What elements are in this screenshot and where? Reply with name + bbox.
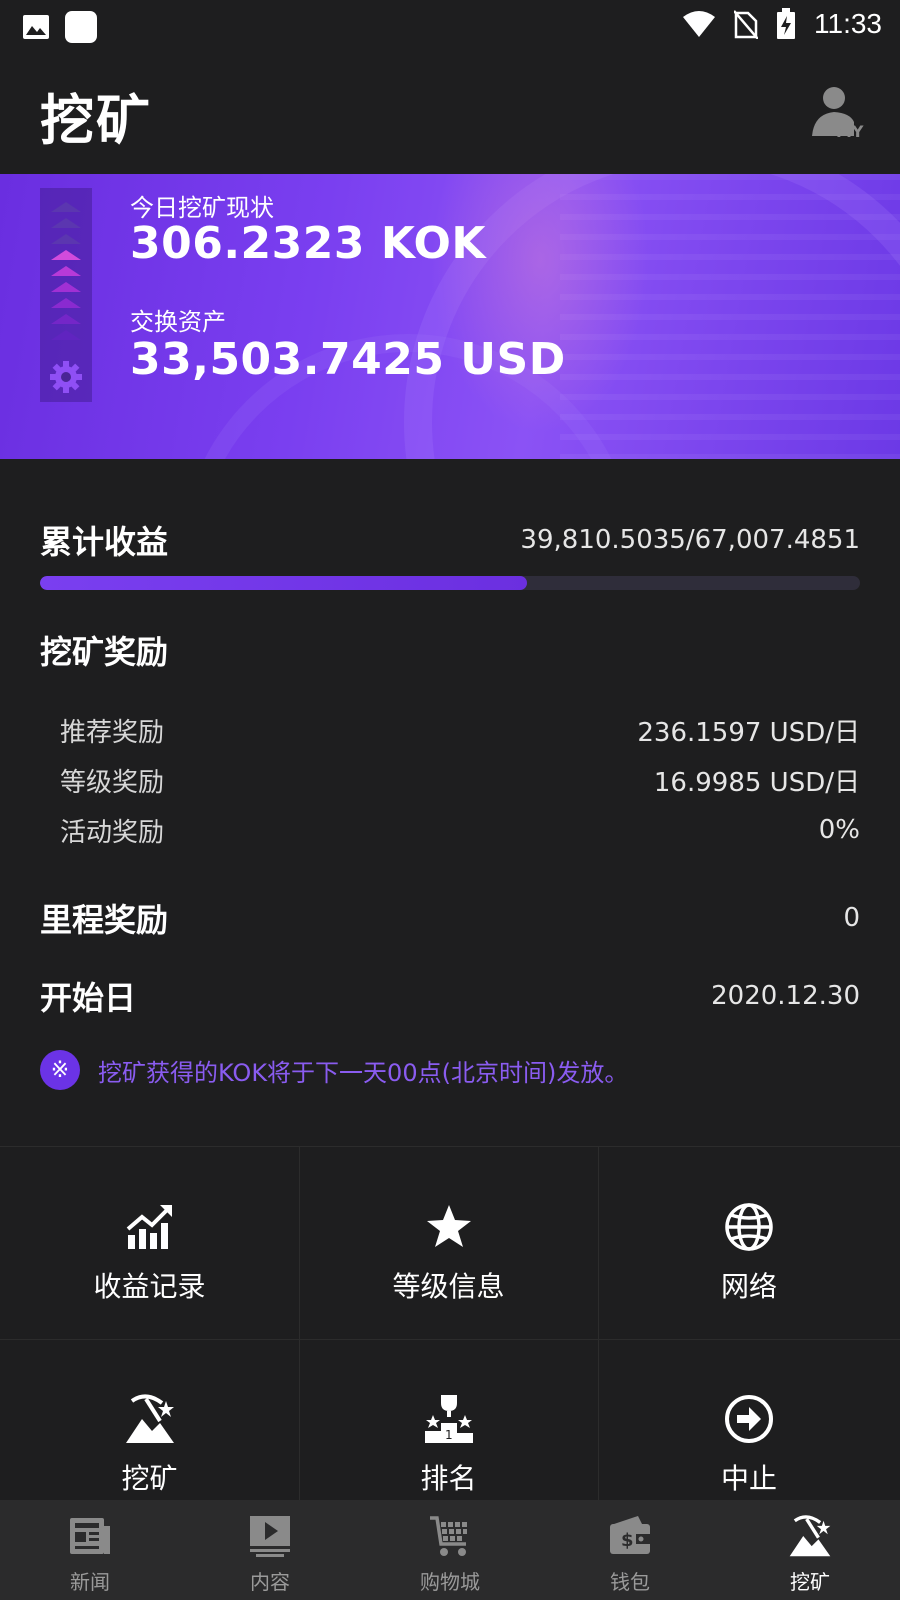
tab-wallet[interactable]: $ 钱包 xyxy=(540,1500,720,1600)
globe-icon xyxy=(725,1203,773,1251)
start-date-label: 开始日 xyxy=(40,979,137,1017)
level-chevron-icon xyxy=(51,298,81,308)
tab-label: 新闻 xyxy=(70,1570,110,1594)
menu-label: 网络 xyxy=(720,1270,777,1303)
reward-row: 推荐奖励 236.1597 USD/日 xyxy=(40,710,860,750)
battery-charging-icon xyxy=(777,8,795,39)
level-chevron-icon xyxy=(51,218,81,228)
level-chevron-icon xyxy=(51,266,81,276)
reward-label: 活动奖励 xyxy=(60,817,165,848)
earnings-history-button[interactable]: 收益记录 xyxy=(0,1147,300,1340)
notice-text: 挖矿获得的KOK将于下一天00点(北京时间)发放。 xyxy=(98,1058,629,1087)
level-chevron-icon xyxy=(51,330,81,340)
start-date-row: 开始日 2020.12.30 xyxy=(40,976,860,1017)
no-sim-icon xyxy=(734,10,758,39)
level-info-button[interactable]: 等级信息 xyxy=(299,1147,599,1340)
banner-miner-image xyxy=(430,174,650,434)
bottom-tab-bar: 新闻 内容 购物城 $ 钱包 挖矿 xyxy=(0,1500,900,1600)
reward-value: 16.9985 USD/日 xyxy=(653,767,860,798)
menu-label: 等级信息 xyxy=(392,1270,505,1303)
avatar-tag: MY xyxy=(836,122,864,140)
tab-mining[interactable]: 挖矿 xyxy=(720,1500,900,1600)
reward-label: 推荐奖励 xyxy=(60,717,165,748)
start-date-value: 2020.12.30 xyxy=(711,981,860,1011)
reward-row: 等级奖励 16.9985 USD/日 xyxy=(40,760,860,800)
gear-icon[interactable] xyxy=(49,360,83,394)
cumulative-earnings-row: 累计收益 39,810.5035/67,007.4851 xyxy=(40,520,860,561)
trophy-icon: 1 xyxy=(424,1395,473,1443)
payout-notice: ※ 挖矿获得的KOK将于下一天00点(北京时间)发放。 xyxy=(40,1050,628,1090)
level-chevron-icon xyxy=(51,202,81,212)
menu-label: 收益记录 xyxy=(93,1270,206,1303)
exchange-assets-label: 交换资产 xyxy=(130,308,226,336)
mining-banner: 今日挖矿现状 306.2323 KOK 交换资产 33,503.7425 USD xyxy=(0,174,900,459)
mining-rewards-header: 挖矿奖励 xyxy=(40,630,860,671)
level-chevron-icon xyxy=(51,234,81,244)
level-chevron-icon xyxy=(51,250,81,260)
tab-label: 钱包 xyxy=(610,1570,650,1594)
cumulative-earnings-label: 累计收益 xyxy=(40,523,169,561)
exchange-assets-value: 33,503.7425 USD xyxy=(130,334,566,385)
menu-label: 挖矿 xyxy=(121,1462,178,1495)
mining-icon xyxy=(125,1394,174,1443)
profile-button[interactable]: MY xyxy=(810,86,864,141)
cart-icon xyxy=(430,1516,467,1556)
earnings-progress-bar xyxy=(40,576,860,590)
mining-icon xyxy=(789,1515,831,1557)
menu-label: 排名 xyxy=(420,1462,477,1495)
mining-menu-grid: 收益记录 等级信息 网络 挖矿 1 排名 中止 xyxy=(0,1146,900,1531)
user-icon: MY xyxy=(812,87,864,141)
level-chevron-icon xyxy=(51,282,81,292)
tab-shop[interactable]: 购物城 xyxy=(360,1500,540,1600)
image-notification-icon xyxy=(23,15,49,39)
app-header: 挖矿 MY xyxy=(0,50,900,174)
mining-level-indicator[interactable] xyxy=(40,188,92,402)
cumulative-earnings-value: 39,810.5035/67,007.4851 xyxy=(520,525,860,555)
tab-label: 购物城 xyxy=(420,1570,480,1594)
notice-icon: ※ xyxy=(40,1050,80,1090)
wallet-icon: $ xyxy=(610,1516,650,1554)
mileage-reward-label: 里程奖励 xyxy=(40,901,169,939)
chart-up-icon xyxy=(126,1205,172,1249)
network-button[interactable]: 网络 xyxy=(598,1147,900,1340)
reward-value: 236.1597 USD/日 xyxy=(637,717,860,748)
tab-news[interactable]: 新闻 xyxy=(0,1500,180,1600)
mileage-reward-row: 里程奖励 0 xyxy=(40,898,860,939)
app-notification-icon xyxy=(65,11,97,43)
tab-label: 挖矿 xyxy=(790,1570,830,1594)
video-icon xyxy=(250,1516,290,1557)
clock: 11:33 xyxy=(814,8,882,39)
status-bar: 11:33 xyxy=(0,0,900,50)
arrow-circle-icon xyxy=(725,1395,773,1443)
today-mining-value: 306.2323 KOK xyxy=(130,218,486,269)
reward-value: 0% xyxy=(818,815,860,845)
news-icon xyxy=(70,1518,110,1554)
svg-text:$: $ xyxy=(621,1530,634,1551)
svg-text:1: 1 xyxy=(445,1428,453,1442)
mining-rewards-title: 挖矿奖励 xyxy=(40,633,169,671)
level-chevron-icon xyxy=(51,314,81,324)
wifi-icon xyxy=(683,11,715,37)
reward-label: 等级奖励 xyxy=(60,767,165,798)
reward-row: 活动奖励 0% xyxy=(40,810,860,850)
star-icon xyxy=(426,1205,471,1247)
tab-label: 内容 xyxy=(250,1570,290,1594)
menu-label: 中止 xyxy=(720,1462,777,1495)
tab-content[interactable]: 内容 xyxy=(180,1500,360,1600)
earnings-progress-fill xyxy=(40,576,528,590)
mileage-reward-value: 0 xyxy=(843,903,860,933)
page-title: 挖矿 xyxy=(40,89,152,152)
